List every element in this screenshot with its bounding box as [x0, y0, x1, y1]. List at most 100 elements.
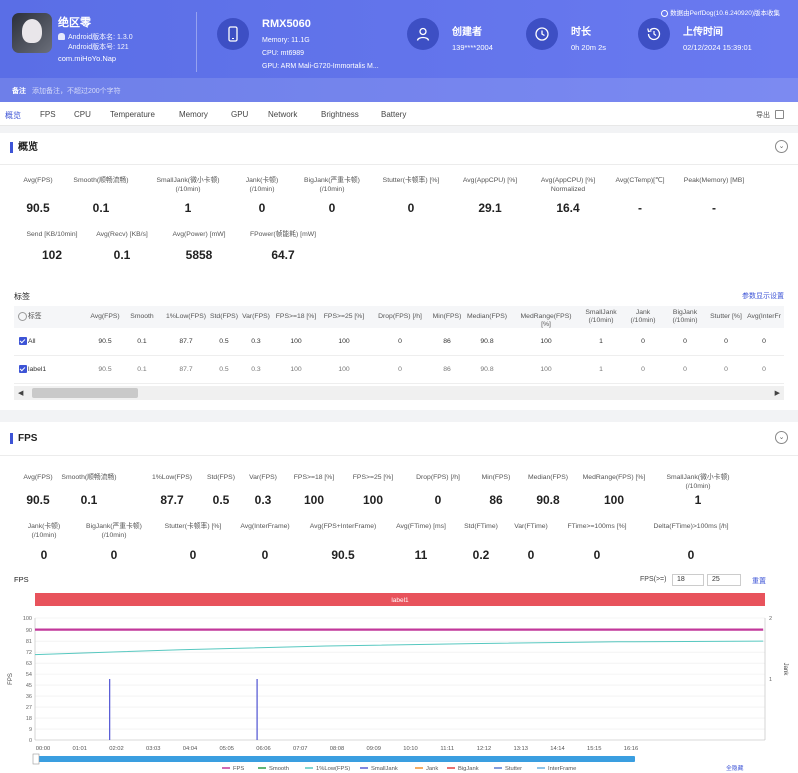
metric-label: Var(FPS)	[249, 474, 277, 481]
metric-label: FTime>=100ms [%]	[567, 523, 627, 530]
note-label: 备注	[12, 88, 26, 95]
y2-tick-label: 1	[769, 677, 772, 683]
x-tick-label: 03:03	[146, 746, 161, 752]
spacer	[0, 410, 798, 422]
legend-item[interactable]: InterFrame	[548, 766, 576, 772]
phone-icon	[217, 18, 249, 50]
legend-item[interactable]: SmallJank	[371, 766, 398, 772]
tab-network[interactable]: Network	[268, 110, 297, 119]
metric-label: Avg(Recv) [KB/s]	[96, 231, 148, 238]
legend-item[interactable]: 1%Low(FPS)	[316, 766, 350, 772]
metric-label: Stutter(卡顿率) [%]	[164, 523, 222, 530]
info-icon	[661, 9, 669, 17]
x-tick-label: 06:06	[256, 746, 271, 752]
tab-gpu[interactable]: GPU	[231, 110, 248, 119]
metric-value: 11	[414, 548, 428, 562]
x-tick-label: 07:07	[293, 746, 308, 752]
upload-value: 02/12/2024 15:39:01	[683, 43, 752, 52]
metric-label: Jank(卡顿) (/10min)	[27, 523, 61, 539]
table-row[interactable]: label1 90.5 0.1 87.7 0.5 0.3 100 100 0 86 90.8 100 1…	[14, 356, 784, 384]
x-tick-label: 11:11	[440, 746, 454, 752]
metric-value: 0	[434, 493, 442, 507]
visibility-icon[interactable]	[18, 312, 27, 321]
x-tick-label: 02:02	[109, 746, 124, 752]
row-checkbox[interactable]	[19, 365, 27, 373]
y-axis-label: FPS	[8, 673, 14, 685]
column-header[interactable]: MedRange(FPS)[%]	[518, 313, 574, 329]
metric-label: Avg(CTemp)[℃]	[615, 177, 665, 184]
report-header: 绝区零 Android版本名: 1.3.0 Android版本号: 121 co…	[0, 0, 798, 102]
export-icon[interactable]	[775, 110, 784, 119]
row-checkbox[interactable]	[19, 337, 27, 345]
range-handle-left[interactable]	[32, 753, 40, 765]
y-tick-label: 9	[29, 727, 32, 733]
fps-threshold-input-2[interactable]: 25	[707, 574, 741, 586]
x-tick-label: 13:13	[513, 746, 528, 752]
column-header[interactable]: FPS>=25 [%]	[316, 313, 372, 321]
x-tick-label: 05:05	[219, 746, 234, 752]
legend-item[interactable]: Stutter	[505, 766, 522, 772]
metric-value: 0	[258, 201, 266, 215]
metric-value: 0	[40, 548, 48, 562]
scroll-thumb[interactable]	[32, 388, 138, 398]
tab-cpu[interactable]: CPU	[74, 110, 91, 119]
table-cell: 90.8	[480, 366, 494, 373]
labels-title: 标签	[14, 292, 30, 301]
export-button[interactable]: 导出	[756, 110, 770, 120]
legend-item[interactable]: Jank	[426, 766, 438, 772]
header-divider	[196, 12, 197, 72]
note-bar[interactable]: 备注 添加备注，不超过200个字符	[0, 78, 798, 102]
low1-series-line[interactable]	[34, 640, 764, 656]
x-tick-label: 16:16	[624, 746, 639, 752]
hide-all-link[interactable]: 全隐藏	[726, 764, 744, 772]
metric-value: 90.5	[331, 548, 355, 562]
table-cell: 0	[762, 338, 766, 345]
row-label[interactable]: label1	[28, 366, 78, 374]
metric-label: MedRange(FPS) [%]	[582, 474, 646, 481]
overview-collapse-button[interactable]: ⌄	[775, 140, 788, 153]
tab-battery[interactable]: Battery	[381, 110, 406, 119]
metric-value: 100	[303, 493, 325, 507]
column-header[interactable]: 标签	[28, 313, 84, 321]
legend-item[interactable]: FPS	[233, 766, 244, 772]
history-icon	[638, 18, 670, 50]
divider	[0, 455, 798, 456]
row-label[interactable]: All	[28, 338, 78, 346]
tab-temperature[interactable]: Temperature	[110, 110, 155, 119]
column-header[interactable]: Avg(InterFr	[736, 313, 792, 321]
x-tick-label: 04:04	[183, 746, 198, 752]
table-cell: 100	[338, 366, 350, 373]
column-header[interactable]: Median(FPS)	[459, 313, 515, 321]
range-slider[interactable]	[35, 756, 635, 762]
fps-threshold-input-1[interactable]: 18	[672, 574, 704, 586]
legend-item[interactable]: Smooth	[269, 766, 289, 772]
tab-overview[interactable]: 概览	[5, 110, 21, 121]
metric-value: 0	[189, 548, 197, 562]
metric-value: 16.4	[556, 201, 580, 215]
tab-fps[interactable]: FPS	[40, 110, 56, 119]
tab-memory[interactable]: Memory	[179, 110, 208, 119]
table-cell: 100	[338, 338, 350, 345]
y-tick-label: 90	[26, 628, 32, 634]
table-scrollbar[interactable]: ◀ ▶	[14, 386, 784, 400]
device-name: RMX5060	[262, 18, 311, 30]
scroll-left-icon[interactable]: ◀	[18, 389, 23, 397]
fps-chart[interactable]: label1 0 9 18 27 36 45 54 63 72 81 90 100 1 2 FPS Jank 00…	[0, 590, 798, 773]
param-settings-link[interactable]: 参数显示设置	[742, 291, 784, 301]
fps-collapse-button[interactable]: ⌄	[775, 431, 788, 444]
table-row[interactable]: All 90.5 0.1 87.7 0.5 0.3 100 100 0 86 90.8 100 1 0 0 0…	[14, 328, 784, 356]
tab-brightness[interactable]: Brightness	[321, 110, 359, 119]
metric-value: 0	[527, 548, 535, 562]
legend-item[interactable]: BigJank	[458, 766, 479, 772]
metric-label: Smooth(顺畅流畅)	[73, 177, 129, 184]
metric-value: 100	[362, 493, 384, 507]
metric-value: 0	[687, 548, 695, 562]
reset-link[interactable]: 重置	[752, 576, 766, 586]
scroll-right-icon[interactable]: ▶	[775, 389, 780, 397]
note-input[interactable]: 添加备注，不超过200个字符	[32, 86, 121, 96]
metric-label: Delta(FTime)>100ms [/h]	[653, 523, 729, 530]
x-tick-label: 12:12	[477, 746, 492, 752]
tab-bar: 概览 FPS CPU Temperature Memory GPU Networ…	[0, 102, 798, 126]
table-cell: 100	[540, 338, 552, 345]
y-tick-label: 36	[26, 694, 32, 700]
